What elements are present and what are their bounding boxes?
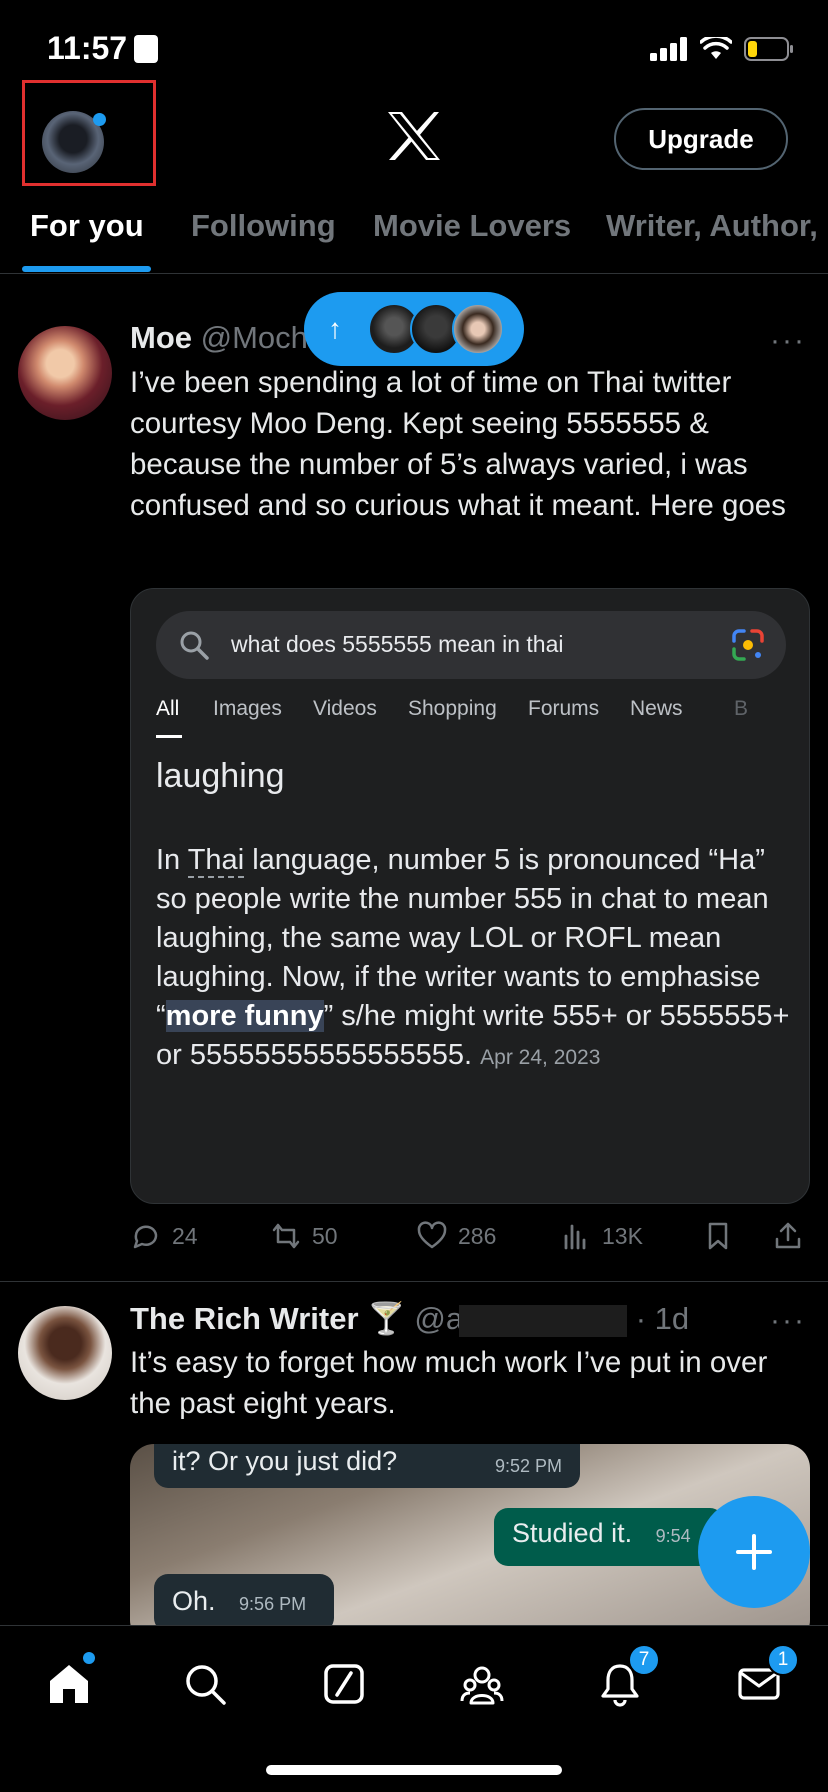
- like-button[interactable]: 286: [416, 1220, 496, 1252]
- answer-text: In: [156, 844, 188, 876]
- wifi-icon: [700, 37, 732, 59]
- tweet-author-avatar[interactable]: [18, 326, 112, 420]
- x-logo-icon: [388, 112, 440, 160]
- cellular-signal-icon: [650, 37, 687, 61]
- notification-dot: [93, 113, 106, 126]
- tweet-author-handle[interactable]: @a: [414, 1301, 463, 1336]
- home-unread-dot: [83, 1652, 95, 1664]
- answer-thai-term: Thai: [187, 844, 245, 878]
- profile-menu-button[interactable]: [22, 80, 156, 186]
- home-icon: [50, 1665, 88, 1703]
- messages-badge: 1: [767, 1644, 799, 1676]
- nav-communities[interactable]: [450, 1652, 514, 1716]
- timeline-tabs: For you Following Movie Lovers Writer, A…: [0, 190, 828, 274]
- upgrade-button[interactable]: Upgrade: [614, 108, 788, 170]
- bookmark-button[interactable]: [702, 1220, 734, 1252]
- search-tab-images: Images: [213, 697, 282, 720]
- status-time: 11:57: [47, 30, 128, 66]
- tweet-header: Moe @Moch: [130, 320, 308, 356]
- chat-time: 9:54: [655, 1526, 691, 1546]
- chat-text: it? Or you just did?: [172, 1446, 398, 1476]
- status-bar: 11:57: [0, 0, 828, 80]
- repost-icon: [272, 1223, 300, 1249]
- new-post-avatar: [452, 303, 504, 355]
- nav-grok[interactable]: [312, 1652, 376, 1716]
- top-app-bar: Upgrade: [0, 80, 828, 190]
- search-bar: what does 5555555 mean in thai: [156, 611, 786, 679]
- more-options-icon[interactable]: ···: [770, 324, 806, 358]
- nav-messages[interactable]: 1: [727, 1644, 799, 1716]
- search-tab-news: News: [630, 697, 683, 720]
- bookmark-icon: [708, 1222, 728, 1250]
- views-button[interactable]: 13K: [560, 1220, 643, 1252]
- search-icon: [186, 1665, 226, 1705]
- reply-button[interactable]: 24: [130, 1220, 198, 1252]
- google-lens-icon: [732, 629, 764, 661]
- answer-date: Apr 24, 2023: [480, 1046, 601, 1069]
- redacted-handle: [459, 1304, 628, 1337]
- more-options-icon[interactable]: ···: [770, 1304, 806, 1338]
- search-tab-forums: Forums: [528, 697, 600, 720]
- tweet-author-name[interactable]: The Rich Writer 🍸: [130, 1301, 406, 1336]
- chat-time: 9:56 PM: [239, 1594, 307, 1614]
- search-query: what does 5555555 mean in thai: [231, 631, 564, 657]
- compose-post-button[interactable]: [698, 1496, 810, 1608]
- chat-time: 9:52 PM: [494, 1456, 562, 1476]
- grok-icon: [324, 1664, 364, 1704]
- search-tab-indicator: [156, 735, 182, 738]
- active-tab-indicator: [22, 266, 151, 272]
- tweet-author-handle[interactable]: @Moch: [201, 320, 308, 355]
- answer-body: In Thai language, number 5 is pronounced…: [156, 841, 796, 1077]
- arrow-up-icon: ↑: [328, 313, 342, 344]
- nav-notifications[interactable]: 7: [588, 1644, 660, 1716]
- nav-search[interactable]: [173, 1652, 237, 1716]
- tweet-text: It’s easy to forget how much work I’ve p…: [130, 1346, 768, 1420]
- notifications-badge: 7: [628, 1644, 660, 1676]
- views-count: 13K: [602, 1222, 643, 1249]
- like-count: 286: [458, 1222, 497, 1249]
- repost-button[interactable]: 50: [270, 1220, 338, 1252]
- answer-title: laughing: [156, 757, 285, 795]
- chat-text: Oh.: [172, 1586, 216, 1616]
- search-tab-all: All: [156, 697, 180, 720]
- chat-bubble-received: it? Or you just did? 9:52 PM: [154, 1444, 580, 1488]
- tab-writer-author[interactable]: Writer, Author,: [606, 208, 818, 244]
- tweet-header: The Rich Writer 🍸 @a · 1d: [130, 1300, 689, 1337]
- search-tab-more: B: [734, 697, 749, 720]
- nav-home[interactable]: [37, 1652, 101, 1716]
- answer-highlight: more funny: [165, 1000, 324, 1032]
- share-icon: [775, 1222, 801, 1249]
- tweet-media-screenshot[interactable]: what does 5555555 mean in thai All Image…: [130, 588, 810, 1204]
- repost-count: 50: [312, 1222, 338, 1249]
- tweet-author-name[interactable]: Moe: [130, 320, 192, 355]
- id-card-icon: [134, 35, 158, 63]
- tweet-age: · 1d: [635, 1301, 690, 1336]
- tweet[interactable]: Moe @Moch ··· I’ve been spending a lot o…: [0, 302, 828, 1282]
- new-posts-pill[interactable]: ↑: [304, 292, 524, 366]
- chat-text: Studied it.: [512, 1518, 633, 1548]
- tweet-actions: 24 50 286 13K: [130, 1220, 810, 1264]
- heart-icon: [417, 1221, 447, 1249]
- home-indicator[interactable]: [266, 1765, 562, 1775]
- tweet-text: I’ve been spending a lot of time on Thai…: [130, 366, 786, 522]
- tab-following[interactable]: Following: [191, 208, 336, 244]
- chat-bubble-sent: Studied it. 9:54: [494, 1508, 724, 1566]
- reply-count: 24: [172, 1222, 198, 1249]
- chat-bubble-received: Oh. 9:56 PM: [154, 1574, 334, 1632]
- status-icons: [650, 36, 794, 62]
- search-icon: [180, 631, 209, 660]
- reply-icon: [133, 1225, 158, 1249]
- tab-for-you[interactable]: For you: [30, 208, 144, 244]
- search-tab-videos: Videos: [313, 697, 377, 720]
- battery-icon: [744, 37, 793, 61]
- tab-movie-lovers[interactable]: Movie Lovers: [373, 208, 571, 244]
- plus-icon: [736, 1534, 772, 1570]
- search-filter-tabs: All Images Videos Shopping Forums News B: [156, 697, 809, 738]
- communities-icon: [460, 1666, 504, 1705]
- share-button[interactable]: [772, 1220, 804, 1252]
- search-tab-shopping: Shopping: [408, 697, 497, 720]
- views-chart-icon: [564, 1224, 586, 1250]
- tweet-author-avatar[interactable]: [18, 1306, 112, 1400]
